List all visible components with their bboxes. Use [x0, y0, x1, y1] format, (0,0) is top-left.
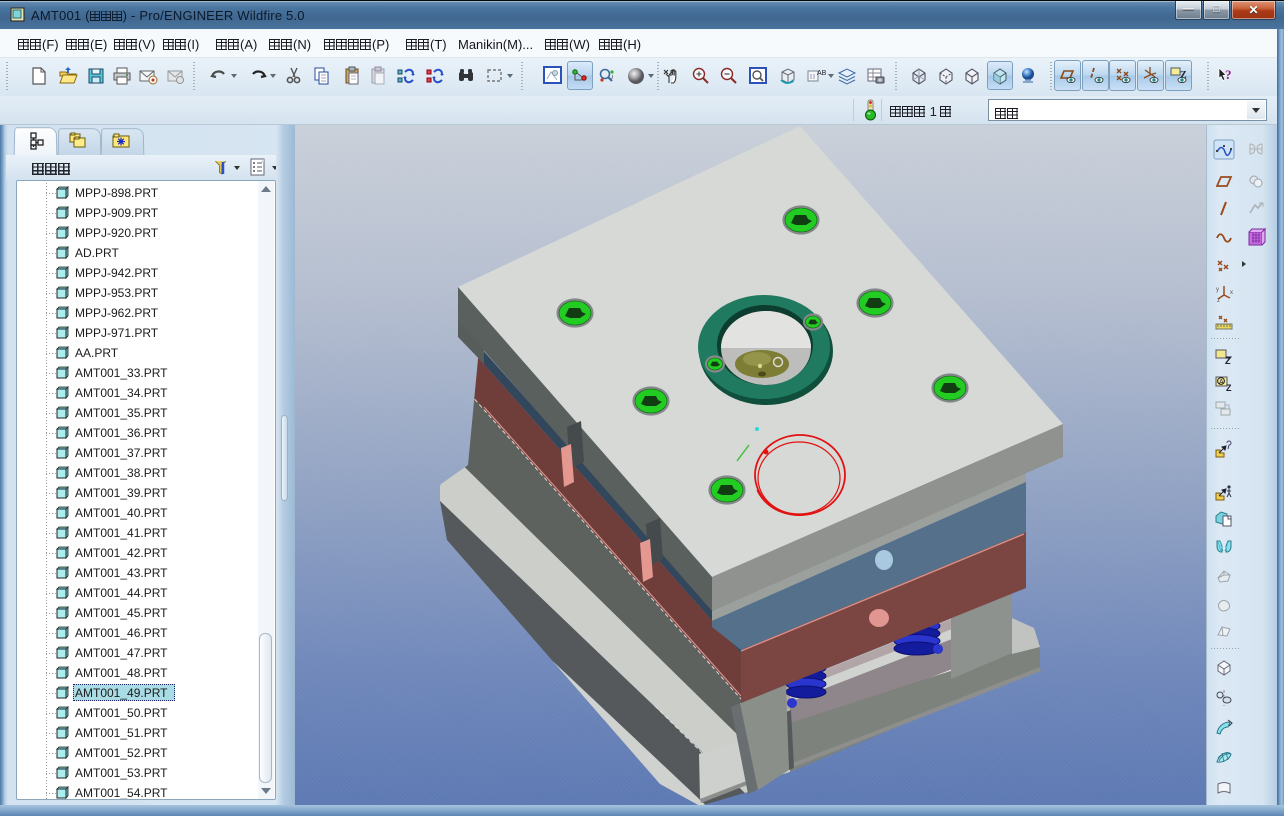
svg-text:y: y [1216, 287, 1219, 293]
svg-text:A: A [1219, 379, 1224, 386]
svg-text:AB: AB [817, 70, 827, 77]
svg-text:Z: Z [1226, 383, 1232, 393]
svg-text:Z: Z [1225, 356, 1231, 366]
svg-text:?: ? [1225, 67, 1232, 82]
svg-text:x: x [1230, 290, 1233, 296]
svg-text:z: z [1217, 298, 1220, 304]
